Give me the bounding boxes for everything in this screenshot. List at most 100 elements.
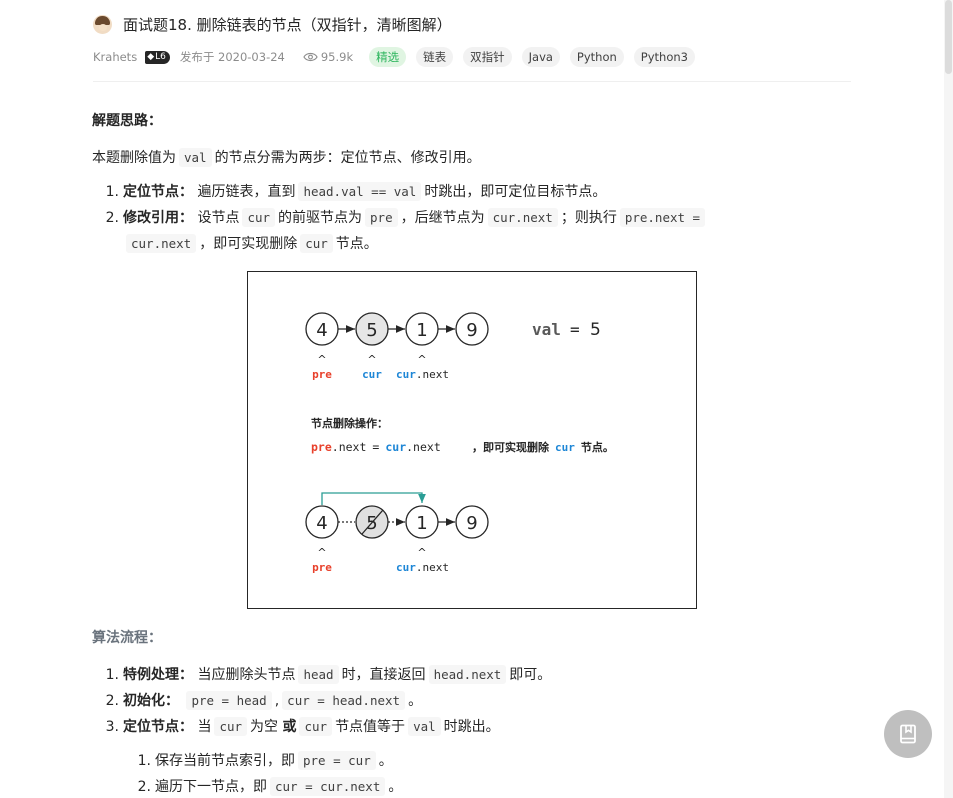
inline-code: cur xyxy=(214,717,248,736)
divider xyxy=(93,81,851,82)
tag-linked-list[interactable]: 链表 xyxy=(416,47,454,67)
list-text: 即可。 xyxy=(509,667,552,683)
bookmark-book-icon xyxy=(900,724,916,744)
diamond-icon: ◆ xyxy=(147,52,155,62)
val-eq: = xyxy=(570,320,580,339)
tag-java[interactable]: Java xyxy=(521,47,560,67)
list-text: 时，直接返回 xyxy=(341,667,426,683)
avatar[interactable] xyxy=(93,15,112,34)
list-text-bold: 或 xyxy=(282,719,297,735)
operation-line: pre.next = cur.next xyxy=(311,440,441,454)
author-link[interactable]: Krahets xyxy=(93,50,137,64)
inline-code: cur.next xyxy=(487,208,558,227)
node-value: 1 xyxy=(416,513,427,534)
tag-two-pointers[interactable]: 双指针 xyxy=(463,47,512,67)
list-item: 1. 定位节点： 遍历链表，直到 head.val == val 时跳出，即可定位目标… xyxy=(102,181,606,201)
list-number: 2. xyxy=(105,693,119,709)
inline-code: cur.next xyxy=(126,234,197,253)
inline-code: val xyxy=(408,717,441,736)
article-meta: Krahets ◆ L6 发布于 2020-03-24 95.9k 精选 链表 双… xyxy=(93,47,705,67)
list-number: 2. xyxy=(105,210,119,226)
caret: ^ xyxy=(367,353,376,366)
list-label: 特例处理： xyxy=(123,667,193,683)
list-text: 的前驱节点为 xyxy=(278,210,363,226)
list-number: 1. xyxy=(105,667,119,683)
linked-list-diagram: 4 5 1 9 val = 5 ^ ^ ^ pre cur cur.next 节… xyxy=(247,271,697,609)
list-text: 节点值等于 xyxy=(335,719,406,735)
list-item: 2. 初始化： pre = head, cur = head.next。 xyxy=(102,690,422,710)
scrollbar-track[interactable] xyxy=(944,0,953,798)
list-text: 时跳出。 xyxy=(443,719,500,735)
tag-featured[interactable]: 精选 xyxy=(369,47,407,67)
inline-code: val xyxy=(179,148,212,167)
list-item: 2. 修改引用： 设节点 cur 的前驱节点为 pre ，后继节点为 cur.next ；则执… xyxy=(102,207,708,227)
list-label: 定位节点： xyxy=(123,719,193,735)
section-heading-algorithm: 算法流程： xyxy=(92,630,162,646)
caret: ^ xyxy=(317,546,326,559)
tag-python3[interactable]: Python3 xyxy=(633,47,695,67)
list-text: 。 xyxy=(408,693,423,709)
list-item-continued: cur.next ，即可实现删除 cur 节点。 xyxy=(123,233,378,253)
inline-code: pre = cur xyxy=(298,751,376,770)
list-item: 1. 特例处理： 当应删除头节点 head 时，直接返回 head.next 即可。 xyxy=(102,664,551,684)
val-label: val xyxy=(532,320,561,339)
list-number: 2. xyxy=(137,779,151,795)
pointer-cur: cur xyxy=(362,368,382,381)
pointer-pre: pre xyxy=(312,561,332,574)
level-badge: ◆ L6 xyxy=(145,50,170,64)
list-text: 遍历链表，直到 xyxy=(197,184,296,200)
sub-list-item: 2. 遍历下一节点，即 cur = cur.next。 xyxy=(134,776,402,796)
level-text: L6 xyxy=(155,52,166,62)
sub-list-item: 1. 保存当前节点索引，即 pre = cur。 xyxy=(134,750,393,770)
list-text: 设节点 xyxy=(197,210,240,226)
inline-code: pre.next = xyxy=(619,208,706,227)
inline-code: pre xyxy=(365,208,398,227)
list-label: 定位节点： xyxy=(123,184,193,200)
list-text: 遍历下一节点，即 xyxy=(155,779,267,795)
diagram-svg: 4 5 1 9 val = 5 ^ ^ ^ pre cur cur.next 节… xyxy=(305,312,614,574)
intro-paragraph: 本题删除值为 val 的节点分需为两步：定位节点、修改引用。 xyxy=(92,147,481,167)
article-title-row: 面试题18. 删除链表的节点（双指针，清晰图解） xyxy=(93,14,452,35)
node-value: 5 xyxy=(366,320,377,341)
inline-code: head xyxy=(298,665,339,684)
list-label: 修改引用： xyxy=(123,210,193,226)
list-text: 保存当前节点索引，即 xyxy=(155,753,295,769)
list-label: 初始化： xyxy=(123,693,179,709)
views-text: 95.9k xyxy=(320,50,354,64)
node-value: 4 xyxy=(316,513,327,534)
list-number: 1. xyxy=(105,184,119,200)
inline-code: cur xyxy=(242,208,276,227)
caret: ^ xyxy=(417,546,426,559)
list-text: 。 xyxy=(388,779,403,795)
list-text: 当应删除头节点 xyxy=(197,667,296,683)
list-text: 当 xyxy=(197,719,212,735)
inline-code: cur xyxy=(300,234,333,253)
list-text: 节点。 xyxy=(335,236,378,252)
list-text: 为空 xyxy=(250,719,279,735)
list-text: , xyxy=(274,693,280,709)
tag-python[interactable]: Python xyxy=(569,47,624,67)
scrollbar-thumb[interactable] xyxy=(945,0,952,74)
eye-icon xyxy=(303,52,318,62)
notes-fab-button[interactable] xyxy=(884,710,932,758)
node-value: 9 xyxy=(466,513,477,534)
val-value: 5 xyxy=(590,320,601,340)
caret: ^ xyxy=(417,353,426,366)
view-count: 95.9k xyxy=(303,50,353,64)
top-list: 4 5 1 9 val = 5 ^ ^ ^ pre cur cur.next xyxy=(305,312,601,381)
inline-code: cur xyxy=(299,717,333,736)
list-text: ；则执行 xyxy=(560,210,617,226)
section-heading-approach: 解题思路： xyxy=(92,113,162,129)
list-item: 3. 定位节点： 当 cur 为空 或 cur 节点值等于 val 时跳出。 xyxy=(102,716,500,736)
caret: ^ xyxy=(317,353,326,366)
list-number: 3. xyxy=(105,719,119,735)
operation-desc: ，即可实现删除 cur 节点。 xyxy=(472,440,614,454)
intro-text: 本题删除值为 xyxy=(92,150,176,166)
list-text: ，即可实现删除 xyxy=(199,236,298,252)
inline-code: pre = head xyxy=(186,691,272,710)
pointer-cur-next: cur.next xyxy=(396,561,449,574)
pointer-pre: pre xyxy=(312,368,332,381)
pointer-cur-next: cur.next xyxy=(396,368,449,381)
operation-title: 节点删除操作： xyxy=(311,416,388,430)
inline-code: head.next xyxy=(428,665,507,684)
